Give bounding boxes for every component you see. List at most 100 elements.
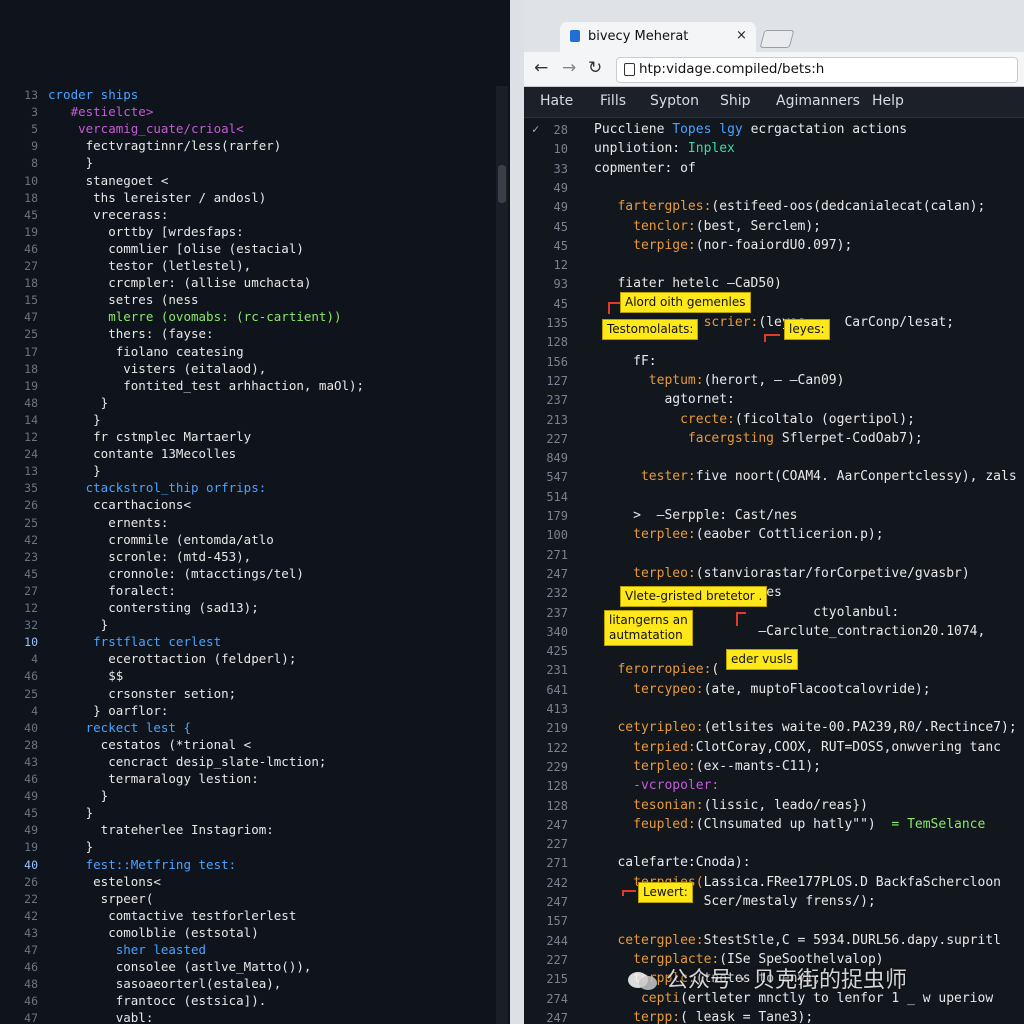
url-text[interactable]: htp:vidage.compiled/bets:h bbox=[639, 61, 824, 77]
code-text[interactable]: } bbox=[48, 411, 101, 429]
code-text[interactable]: crommile (entomda/atlo bbox=[48, 531, 274, 549]
url-bar[interactable]: htp:vidage.compiled/bets:h bbox=[616, 57, 1018, 83]
code-text[interactable]: } bbox=[48, 838, 94, 856]
code-text[interactable]: } bbox=[48, 394, 109, 412]
code-text[interactable]: crcmpler: (allise umchacta) bbox=[48, 274, 311, 292]
code-text[interactable]: fF: bbox=[594, 353, 657, 371]
code-text[interactable]: Puccliene Topes lgy ecrgactation actions bbox=[594, 121, 907, 139]
code-text[interactable]: vabl: bbox=[48, 1009, 154, 1024]
code-text[interactable]: vrecerass: bbox=[48, 206, 168, 224]
code-text[interactable]: tercypeo:(ate, muptoFlacootcalovride); bbox=[594, 681, 930, 699]
code-text[interactable]: agtornet: bbox=[594, 391, 734, 409]
code-text[interactable]: } bbox=[48, 787, 109, 805]
code-text[interactable]: } bbox=[48, 616, 109, 634]
code-text[interactable]: tesonian:(lissic, leado/reas}) bbox=[594, 797, 868, 815]
code-text[interactable]: copmenter: of bbox=[594, 160, 696, 178]
code-text[interactable]: > —Serpple: Cast/nes bbox=[594, 507, 797, 525]
code-text[interactable]: unpliotion: Inplex bbox=[594, 140, 735, 158]
new-tab-button[interactable] bbox=[759, 30, 795, 48]
menu-item-sypton[interactable]: Sypton bbox=[650, 93, 699, 109]
code-text[interactable]: commlier [olise (estacial) bbox=[48, 240, 304, 258]
code-text[interactable]: crsonster setion; bbox=[48, 685, 236, 703]
code-text[interactable]: thers: (fayse: bbox=[48, 325, 213, 343]
code-text[interactable]: croder ships bbox=[48, 86, 138, 104]
code-text[interactable]: terpied:ClotCoray,COOX, RUT=DOSS,onwveri… bbox=[594, 739, 1001, 757]
code-text[interactable]: fr cstmplec Martaerly bbox=[48, 428, 251, 446]
browser-tab[interactable]: bivecy Meherat × bbox=[560, 22, 756, 52]
code-text[interactable]: contersting (sad13); bbox=[48, 599, 259, 617]
code-text[interactable]: vercamig_cuate/crioal< bbox=[48, 120, 244, 138]
code-text[interactable]: fiolano ceatesing bbox=[48, 343, 244, 361]
code-text[interactable]: scronle: (mtd-453), bbox=[48, 548, 251, 566]
menu-item-agimanners[interactable]: Agimanners bbox=[776, 93, 860, 109]
code-text[interactable]: } oarflor: bbox=[48, 702, 168, 720]
pane-divider[interactable] bbox=[510, 0, 524, 1024]
code-text[interactable]: srpeer( bbox=[48, 890, 154, 908]
code-text[interactable]: terpp:( leask = Tane3); bbox=[594, 1009, 813, 1024]
code-text[interactable]: Scer/mestaly frenss/); bbox=[594, 893, 876, 911]
code-text[interactable]: sher leasted bbox=[48, 941, 206, 959]
code-text[interactable]: terpleo:(ex--mants-C11); bbox=[594, 758, 821, 776]
code-text[interactable]: terpige:(nor-foaiordU0.097); bbox=[594, 237, 852, 255]
code-text[interactable]: ths lereister / andosl) bbox=[48, 189, 266, 207]
code-text[interactable]: termaralogy lestion: bbox=[48, 770, 259, 788]
forward-arrow-icon[interactable]: → bbox=[562, 58, 576, 78]
menu-item-hate[interactable]: Hate bbox=[540, 93, 573, 109]
code-text[interactable]: cetyripleo:(etlsites waite-00.PA239,R0/.… bbox=[594, 719, 1016, 737]
code-text[interactable]: ecerottaction (feldperl); bbox=[48, 650, 296, 668]
left-scrollbar-thumb[interactable] bbox=[498, 165, 506, 203]
code-text[interactable]: ernents: bbox=[48, 514, 168, 532]
code-text[interactable]: teptum:(herort, — —Can09) bbox=[594, 372, 845, 390]
code-text[interactable]: } bbox=[48, 462, 101, 480]
code-text[interactable]: frstflact cerlest bbox=[48, 633, 221, 651]
code-text[interactable]: feupled:(Clnsumated up hatly"") = TemSel… bbox=[594, 816, 985, 834]
code-text[interactable]: mlerre (ovomabs: (rc-cartient)) bbox=[48, 308, 341, 326]
code-text[interactable]: } bbox=[48, 804, 94, 822]
code-text[interactable]: } bbox=[48, 154, 94, 172]
back-arrow-icon[interactable]: ← bbox=[534, 58, 548, 78]
code-text[interactable]: cencract desip_slate-lmction; bbox=[48, 753, 326, 771]
code-text[interactable]: comolblie (estsotal) bbox=[48, 924, 259, 942]
code-text[interactable]: fest::Metfring test: bbox=[48, 856, 237, 874]
reload-icon[interactable]: ↻ bbox=[588, 58, 602, 78]
menu-item-help[interactable]: Help bbox=[872, 93, 904, 109]
code-text[interactable]: tenclor:(best, Serclem); bbox=[594, 218, 821, 236]
code-text[interactable]: cetergplee:StestStle,C = 5934.DURL56.dap… bbox=[594, 932, 1001, 950]
code-text[interactable]: #estielcte> bbox=[48, 103, 154, 121]
menu-item-ship[interactable]: Ship bbox=[720, 93, 751, 109]
code-text[interactable]: comtactive testforlerlest bbox=[48, 907, 296, 925]
code-text[interactable]: ferorropiee:( bbox=[594, 661, 719, 679]
code-text[interactable]: calefarte:Cnoda): bbox=[594, 854, 750, 872]
code-text[interactable]: setres (ness bbox=[48, 291, 198, 309]
close-tab-icon[interactable]: × bbox=[736, 28, 747, 43]
menu-item-fills[interactable]: Fills bbox=[600, 93, 626, 109]
code-text[interactable]: trateherlee Instagriom: bbox=[48, 821, 274, 839]
code-text[interactable]: visters (eitalaod), bbox=[48, 360, 266, 378]
code-text[interactable]: frantocc (estsica]). bbox=[48, 992, 267, 1010]
code-text[interactable]: cestatos (*trional < bbox=[48, 736, 252, 754]
code-text[interactable]: fartergples:(estifeed-oos(dedcanialecat(… bbox=[594, 198, 985, 216]
left-scrollbar[interactable] bbox=[496, 86, 508, 1024]
code-text[interactable]: sasoaeorterl(estalea), bbox=[48, 975, 282, 993]
code-text[interactable]: facergsting Sflerpet-CodOab7); bbox=[594, 430, 923, 448]
code-text[interactable]: tester:five noort(COAM4. AarConpertcless… bbox=[594, 468, 1017, 486]
code-text[interactable]: testor (letlestel), bbox=[48, 257, 251, 275]
code-text[interactable]: contante 13Mecolles bbox=[48, 445, 236, 463]
code-text[interactable]: $$ bbox=[48, 667, 123, 685]
fold-check-icon[interactable]: ✓ bbox=[532, 122, 539, 136]
code-text[interactable]: foralect: bbox=[48, 582, 176, 600]
code-text[interactable]: cronnole: (mtacctings/tel) bbox=[48, 565, 304, 583]
code-text[interactable]: terpleo:(stanviorastar/forCorpetive/gvas… bbox=[594, 565, 970, 583]
code-text[interactable]: estelons< bbox=[48, 873, 161, 891]
code-text[interactable]: reckect lest { bbox=[48, 719, 191, 737]
code-text[interactable]: consolee (astlve_Matto()), bbox=[48, 958, 312, 976]
code-text[interactable]: stanegoet < bbox=[48, 172, 169, 190]
code-text[interactable]: -vcropoler: bbox=[594, 777, 719, 795]
code-text[interactable]: ctackstrol_thip orfrips: bbox=[48, 479, 267, 497]
code-text[interactable]: fiater hetelc —CaD50) bbox=[594, 275, 781, 293]
left-editor-pane[interactable]: 13 croder ships 3 #estielcte> 5 vercamig_cu… bbox=[0, 0, 510, 1024]
code-text[interactable]: ccarthacions< bbox=[48, 496, 191, 514]
code-text[interactable]: fontited_test arhhaction, maOl); bbox=[48, 377, 364, 395]
code-text[interactable]: fectvragtinnr/less(rarfer) bbox=[48, 137, 282, 155]
code-text[interactable]: orttby [wrdesfaps: bbox=[48, 223, 243, 241]
